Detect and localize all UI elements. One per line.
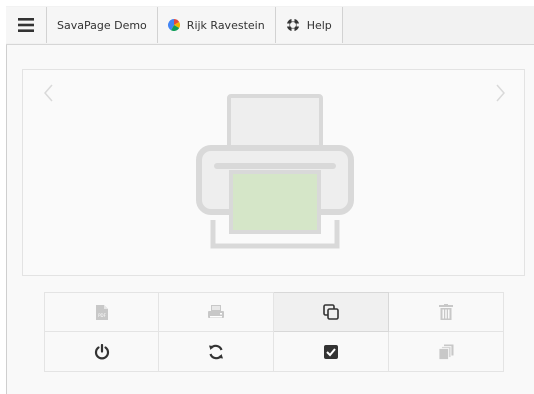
hamburger-icon xyxy=(18,18,34,32)
previous-page-button[interactable] xyxy=(41,78,57,108)
print-button[interactable] xyxy=(159,292,274,332)
user-label: Rijk Ravestein xyxy=(186,18,265,32)
help-button[interactable]: Help xyxy=(275,7,343,43)
export-pdf-button[interactable]: PDF xyxy=(44,292,159,332)
refresh-icon xyxy=(209,344,223,359)
delete-button[interactable] xyxy=(389,292,504,332)
top-bar: SavaPage Demo Rijk Ravestein Help xyxy=(6,6,534,45)
copy-pages-icon xyxy=(323,304,339,320)
print-icon xyxy=(208,305,224,318)
help-label: Help xyxy=(306,18,332,32)
stacked-pages-icon xyxy=(438,344,454,360)
printer-icon xyxy=(196,94,354,249)
logout-button[interactable] xyxy=(44,332,159,372)
chevron-left-icon xyxy=(44,84,53,102)
pdf-file-icon: PDF xyxy=(95,304,108,320)
stacked-pages-button[interactable] xyxy=(389,332,504,372)
chevron-right-icon xyxy=(496,84,505,102)
power-icon xyxy=(94,343,109,359)
menu-button[interactable] xyxy=(6,7,47,43)
select-all-button[interactable] xyxy=(274,332,389,372)
next-page-button[interactable] xyxy=(492,78,508,108)
document-preview xyxy=(22,69,525,276)
user-button[interactable]: Rijk Ravestein xyxy=(157,7,276,43)
demo-button[interactable]: SavaPage Demo xyxy=(47,7,158,43)
user-color-circle-icon xyxy=(167,19,180,31)
lifebuoy-icon xyxy=(285,18,300,32)
demo-label: SavaPage Demo xyxy=(57,18,147,32)
svg-text:PDF: PDF xyxy=(98,313,106,318)
trash-icon xyxy=(439,304,453,320)
checkbox-checked-icon xyxy=(324,344,338,359)
action-grid: PDF xyxy=(44,292,504,372)
refresh-button[interactable] xyxy=(159,332,274,372)
copy-pages-button[interactable] xyxy=(274,292,389,332)
